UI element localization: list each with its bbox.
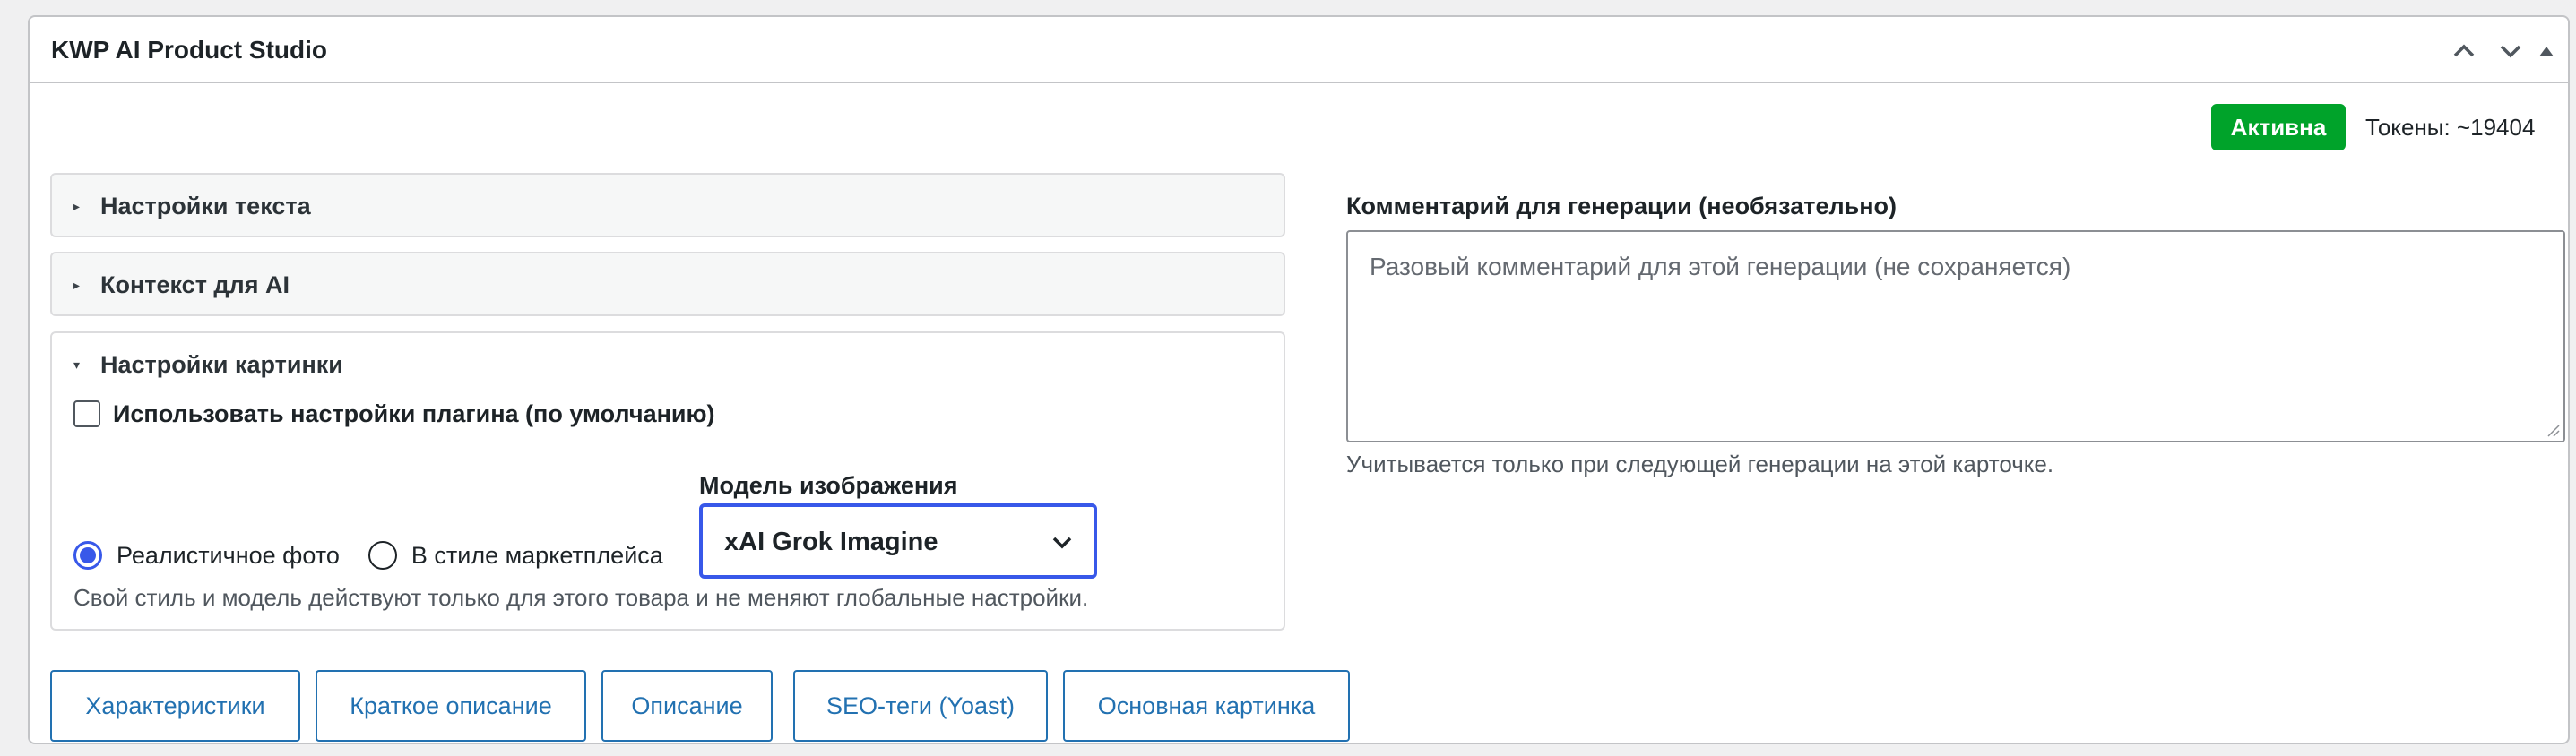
ai-context-section[interactable]: ▸ Контекст для AI (50, 252, 1285, 316)
triangle-down-icon: ▾ (73, 357, 81, 372)
toggle-panel-button[interactable] (2528, 33, 2564, 69)
short-description-button[interactable]: Краткое описание (316, 670, 586, 742)
description-button[interactable]: Описание (601, 670, 773, 742)
image-settings-note: Свой стиль и модель действуют только для… (73, 584, 1089, 611)
ai-product-studio-panel: KWP AI Product Studio Активна Токены: ~1… (28, 15, 2570, 744)
ai-context-toggle[interactable]: ▸ Контекст для AI (73, 271, 290, 299)
marketplace-style-radio[interactable] (367, 541, 397, 570)
comment-help: Учитывается только при следующей генерац… (1346, 451, 2054, 477)
image-model-value: xAI Grok Imagine (724, 528, 938, 556)
use-plugin-defaults-row[interactable]: Использовать настройки плагина (по умолч… (73, 399, 715, 429)
realistic-photo-radio[interactable] (73, 541, 102, 570)
section-title: Настройки картинки (100, 351, 343, 378)
status-badge: Активна (2211, 104, 2346, 150)
image-settings-toggle[interactable]: ▾ Настройки картинки (73, 350, 343, 379)
characteristics-button[interactable]: Характеристики (50, 670, 300, 742)
section-title: Контекст для AI (100, 271, 290, 298)
chevron-up-icon (2453, 44, 2475, 57)
main-image-button[interactable]: Основная картинка (1063, 670, 1350, 742)
comment-placeholder: Разовый комментарий для этой генерации (… (1370, 253, 2071, 280)
chevron-down-icon (2500, 45, 2521, 58)
resize-grip-icon[interactable] (2546, 423, 2560, 437)
move-up-button[interactable] (2446, 33, 2482, 69)
image-model-select[interactable]: xAI Grok Imagine (699, 503, 1097, 579)
triangle-right-icon: ▸ (73, 198, 81, 213)
triangle-right-icon: ▸ (73, 277, 81, 292)
image-model-label: Модель изображения (699, 472, 958, 499)
token-count: Токены: ~19404 (2365, 114, 2536, 141)
move-down-button[interactable] (2493, 33, 2528, 69)
text-settings-section[interactable]: ▸ Настройки текста (50, 173, 1285, 237)
image-settings-section: ▾ Настройки картинки Использовать настро… (50, 331, 1285, 631)
section-title: Настройки текста (100, 193, 311, 219)
comment-label: Комментарий для генерации (необязательно… (1346, 193, 1897, 219)
panel-title: KWP AI Product Studio (51, 36, 327, 64)
use-plugin-defaults-checkbox[interactable] (73, 400, 100, 427)
realistic-photo-label: Реалистичное фото (117, 542, 340, 569)
panel-header: KWP AI Product Studio (30, 17, 2568, 83)
chevron-down-icon (1052, 537, 1072, 549)
marketplace-style-label: В стиле маркетплейса (411, 542, 663, 569)
text-settings-toggle[interactable]: ▸ Настройки текста (73, 192, 311, 220)
comment-textarea[interactable]: Разовый комментарий для этой генерации (… (1346, 230, 2565, 442)
image-style-options: Реалистичное фото В стиле маркетплейса (73, 540, 663, 571)
triangle-up-icon (2539, 47, 2554, 56)
use-plugin-defaults-label: Использовать настройки плагина (по умолч… (113, 400, 715, 427)
seo-tags-button[interactable]: SEO-теги (Yoast) (793, 670, 1048, 742)
